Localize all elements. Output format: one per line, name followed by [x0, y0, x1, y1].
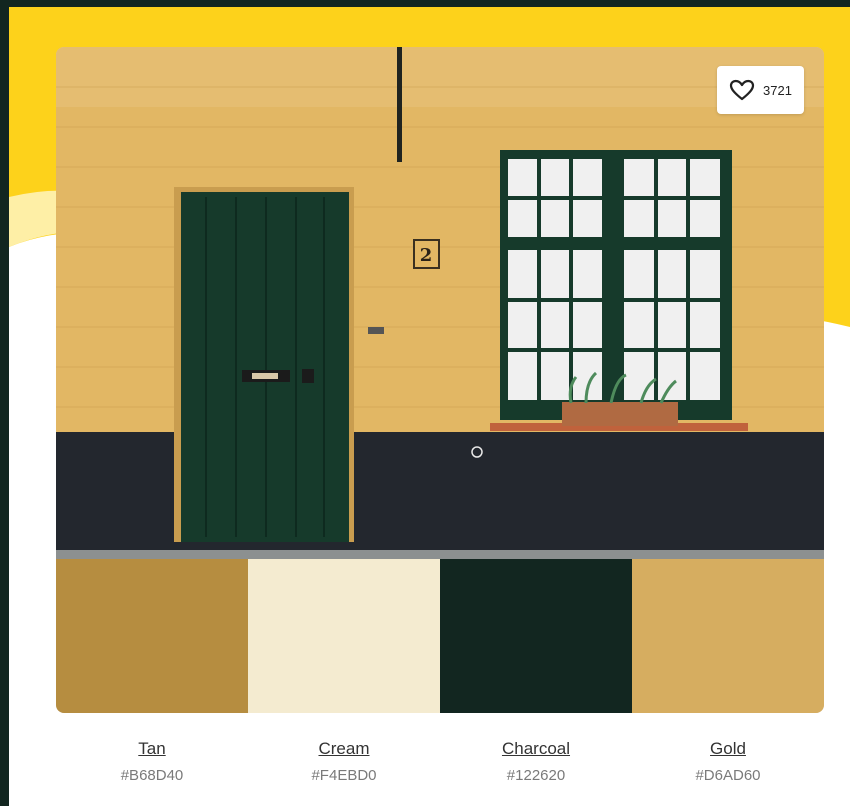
swatch-cream[interactable] [248, 559, 440, 713]
color-label-cream: Cream #F4EBD0 [248, 739, 440, 784]
color-palette [56, 559, 824, 713]
heart-icon [729, 79, 755, 101]
color-label-gold: Gold #D6AD60 [632, 739, 824, 784]
color-label-charcoal: Charcoal #122620 [440, 739, 632, 784]
color-hex: #D6AD60 [695, 767, 761, 784]
color-labels: Tan #B68D40 Cream #F4EBD0 Charcoal #1226… [56, 739, 824, 784]
swatch-gold[interactable] [632, 559, 824, 713]
color-name-link[interactable]: Tan [138, 739, 165, 759]
page: 2 3721 Tan #B68D40 Cream #F4EBD0 Charcoa… [9, 7, 850, 806]
color-name-link[interactable]: Gold [710, 739, 746, 759]
house-number-text: 2 [420, 245, 433, 266]
swatch-tan[interactable] [56, 559, 248, 713]
like-button[interactable]: 3721 [717, 66, 804, 114]
color-label-tan: Tan #B68D40 [56, 739, 248, 784]
house-photo: 2 [56, 47, 824, 559]
color-hex: #F4EBD0 [311, 767, 377, 784]
palette-card[interactable]: 2 3721 [56, 47, 824, 713]
color-hex: #122620 [506, 767, 566, 784]
like-count: 3721 [763, 82, 792, 98]
color-hex: #B68D40 [120, 767, 184, 784]
color-name-link[interactable]: Cream [318, 739, 369, 759]
color-name-link[interactable]: Charcoal [502, 739, 570, 759]
swatch-charcoal[interactable] [440, 559, 632, 713]
